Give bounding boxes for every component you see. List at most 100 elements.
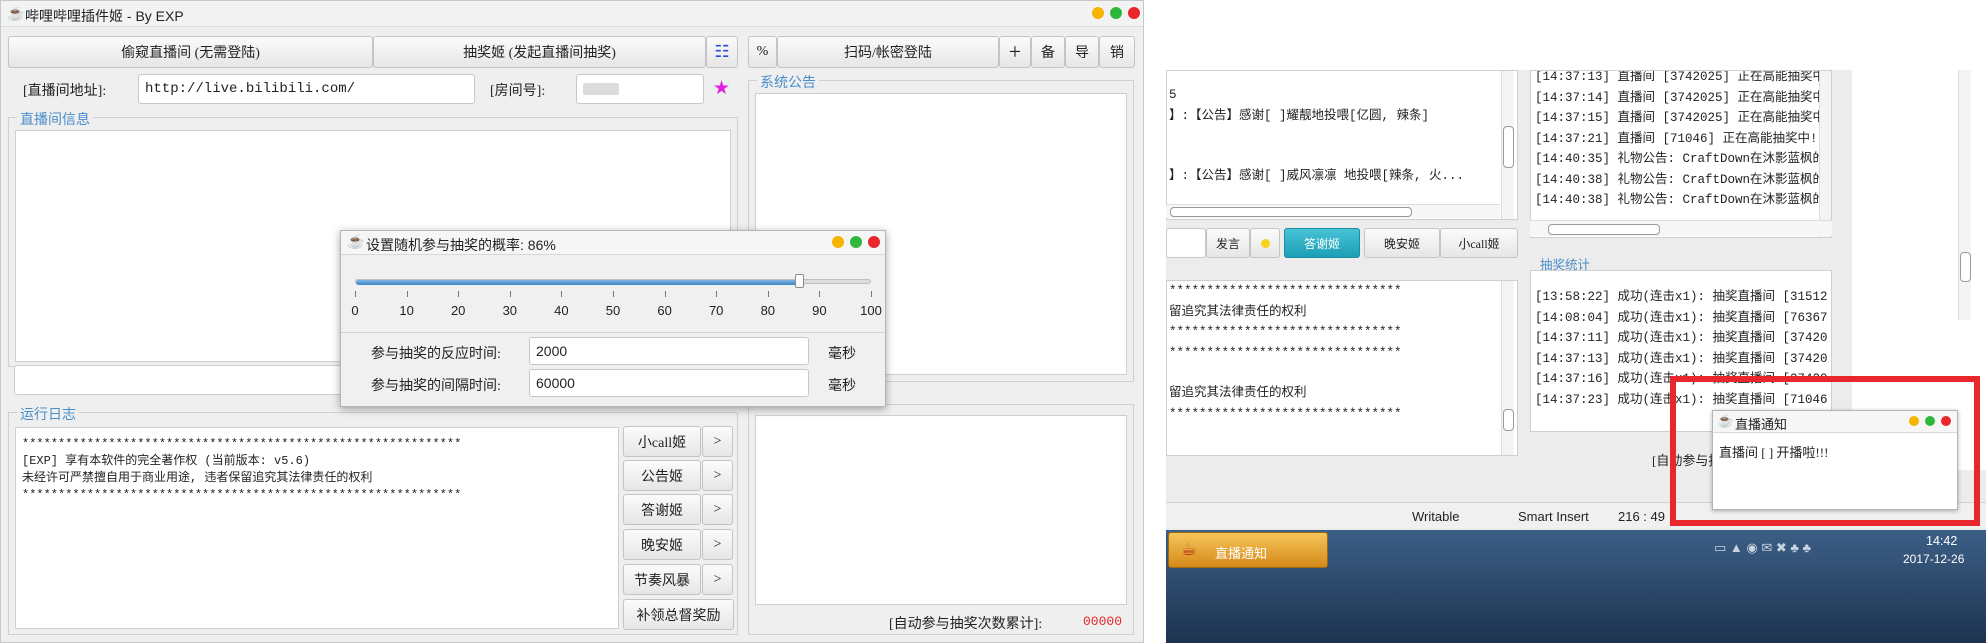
announce-button[interactable]: 公告姬 <box>623 460 701 491</box>
chat-line: 】:【公告】感谢[ ]威风凛凛 地投喂[辣条, 火... <box>1169 169 1465 183</box>
call-arrow-button[interactable]: > <box>702 426 733 457</box>
dialog-minimize-button[interactable] <box>832 236 844 248</box>
minimize-button[interactable] <box>1092 7 1104 19</box>
log-line: [14:37:14] 直播间 [3742025] 正在高能抽奖中 <box>1535 90 1826 105</box>
announce-arrow-button[interactable]: > <box>702 460 733 491</box>
chat-panel: 5 】:【公告】感谢[ ]耀靓地投喂[亿圆, 辣条] 】:【公告】感谢[ ]威风… <box>1166 70 1518 220</box>
slider-tick <box>613 291 614 297</box>
thanks-button[interactable]: 答谢姬 <box>623 494 701 525</box>
login-button[interactable]: 扫码/帐密登陆 <box>777 36 999 68</box>
maximize-button[interactable] <box>1110 7 1122 19</box>
taskbar: ☕ 直播通知 ▭ ▲ ◉ ✉ ✖ ♣ ♣ 14:42 2017-12-26 <box>1166 530 1986 643</box>
slider-tick-label: 50 <box>605 303 621 318</box>
slider-tick-label: 30 <box>502 303 518 318</box>
counter-label: [自动参与抽奖次数累计]: <box>889 617 1043 632</box>
goodnight-button[interactable]: 晚安姬 <box>1364 228 1440 258</box>
thanks-button[interactable]: 答谢姬 <box>1284 228 1360 258</box>
slider-ticks: 0 10 20 30 40 50 60 70 80 90 100 <box>351 291 882 321</box>
tab-lottery[interactable]: 抽奖姬 (发起直播间抽奖) <box>373 36 706 68</box>
scroll-thumb[interactable] <box>1503 126 1514 168</box>
slider-tick-label: 20 <box>450 303 466 318</box>
chat-line <box>1169 146 1464 166</box>
slider-tick <box>819 291 821 297</box>
export-button[interactable]: 导 <box>1065 36 1099 68</box>
call-button[interactable]: 小call姬 <box>623 426 701 457</box>
slider-tick-label: 0 <box>351 303 359 318</box>
goodnight-button[interactable]: 晚安姬 <box>623 529 701 560</box>
dialog-maximize-button[interactable] <box>850 236 862 248</box>
reaction-input[interactable]: 2000 <box>529 337 809 365</box>
clock-time: 14:42 <box>1926 534 1958 548</box>
embedded-screenshot: 5 】:【公告】感谢[ ]耀靓地投喂[亿圆, 辣条] 】:【公告】感谢[ ]威风… <box>1166 70 1986 643</box>
reaction-unit: 毫秒 <box>828 347 856 362</box>
log-line: [14:40:35] 礼物公告: CraftDown在沐影蓝枫的 <box>1535 152 1826 166</box>
interval-input[interactable]: 60000 <box>529 369 809 397</box>
slider-tick-label: 80 <box>760 303 776 318</box>
probability-slider[interactable] <box>355 274 871 288</box>
reaction-label: 参与抽奖的反应时间: <box>371 347 501 362</box>
goodnight-arrow-button[interactable]: > <box>702 529 733 560</box>
scroll-thumb[interactable] <box>1548 224 1660 235</box>
lottery-log-group: [自动参与抽奖次数累计]: 00000 <box>748 404 1134 635</box>
star-icon[interactable]: ★ <box>713 77 730 100</box>
backup-button[interactable]: 备 <box>1031 36 1065 68</box>
chat-hscroll[interactable] <box>1166 204 1500 218</box>
rhythm-storm-button[interactable]: 节奏风暴 <box>623 564 701 595</box>
slider-tick <box>509 291 511 297</box>
scroll-thumb[interactable] <box>1170 207 1412 217</box>
thanks-arrow-button[interactable]: > <box>702 494 733 525</box>
room-url-label: [直播间地址]: <box>23 84 107 99</box>
lottery-line: [14:37:11] 成功(连击x1): 抽奖直播间 [37420 <box>1535 331 1828 345</box>
runlog-line: [EXP] 享有本软件的完全著作权 (当前版本: v5.6) <box>22 454 311 468</box>
dialog-divider <box>341 332 885 333</box>
slider-tick <box>561 291 563 297</box>
message-input[interactable] <box>1166 228 1206 258</box>
room-id-blurred <box>583 83 619 95</box>
log-line: [14:37:21] 直播间 [71046] 正在高能抽奖中!! <box>1535 131 1826 146</box>
log-scrollbar[interactable] <box>1501 281 1514 455</box>
right-log-scrollbar[interactable] <box>1819 71 1831 237</box>
grid-icon[interactable]: ☷ <box>706 36 738 68</box>
dialog-close-button[interactable] <box>868 236 880 248</box>
runlog-panel: ****************************************… <box>15 427 619 629</box>
runlog-line: ****************************************… <box>22 437 462 451</box>
chat-line: 5 <box>1169 88 1177 102</box>
slider-tick <box>406 291 408 297</box>
add-button[interactable]: + <box>999 36 1031 68</box>
left-log-panel: ******************************* 留追究其法律责任… <box>1166 280 1518 456</box>
logout-button[interactable]: 销 <box>1099 36 1135 68</box>
slider-tick <box>767 291 769 297</box>
close-button[interactable] <box>1128 7 1140 19</box>
slider-thumb[interactable] <box>794 274 804 288</box>
editor-scrollbar[interactable] <box>1958 70 1971 320</box>
room-url-input[interactable]: http://live.bilibili.com/ <box>138 74 475 104</box>
room-id-input[interactable] <box>576 74 704 104</box>
tray-icons[interactable]: ▭ ▲ ◉ ✉ ✖ ♣ ♣ <box>1714 540 1811 556</box>
slider-tick <box>458 291 460 297</box>
rhythm-arrow-button[interactable]: > <box>702 564 733 595</box>
log-line: 留追究其法律责任的权利 <box>1169 386 1307 400</box>
call-button[interactable]: 小call姬 <box>1440 228 1518 258</box>
dialog-titlebar: ☕ 设置随机参与抽奖的概率: 86% <box>341 231 885 255</box>
chat-scrollbar[interactable] <box>1501 71 1514 219</box>
slider-tick-label: 60 <box>657 303 672 318</box>
lottery-log-panel <box>755 415 1127 605</box>
right-log-hscroll[interactable] <box>1530 220 1832 236</box>
scroll-thumb[interactable] <box>1503 409 1514 431</box>
status-light <box>1250 228 1280 258</box>
slider-tick <box>664 291 666 297</box>
percent-button[interactable]: % <box>748 36 777 68</box>
slider-tick <box>716 291 718 297</box>
log-line: [14:37:15] 直播间 [3742025] 正在高能抽奖中 <box>1535 111 1826 125</box>
clock-date: 2017-12-26 <box>1903 552 1965 566</box>
status-insert: Smart Insert <box>1518 509 1589 524</box>
coffee-icon: ☕ <box>7 7 25 22</box>
runlog-line: ****************************************… <box>22 488 462 502</box>
scroll-thumb[interactable] <box>1960 252 1971 282</box>
taskbar-task-label: 直播通知 <box>1215 546 1268 561</box>
governor-reward-button[interactable]: 补领总督奖励 <box>623 599 734 630</box>
taskbar-task[interactable]: ☕ 直播通知 <box>1168 532 1328 568</box>
send-button[interactable]: 发言 <box>1206 228 1250 258</box>
chat-line <box>1169 126 1464 146</box>
tab-peek-room[interactable]: 偷窥直播间 (无需登陆) <box>8 36 373 68</box>
